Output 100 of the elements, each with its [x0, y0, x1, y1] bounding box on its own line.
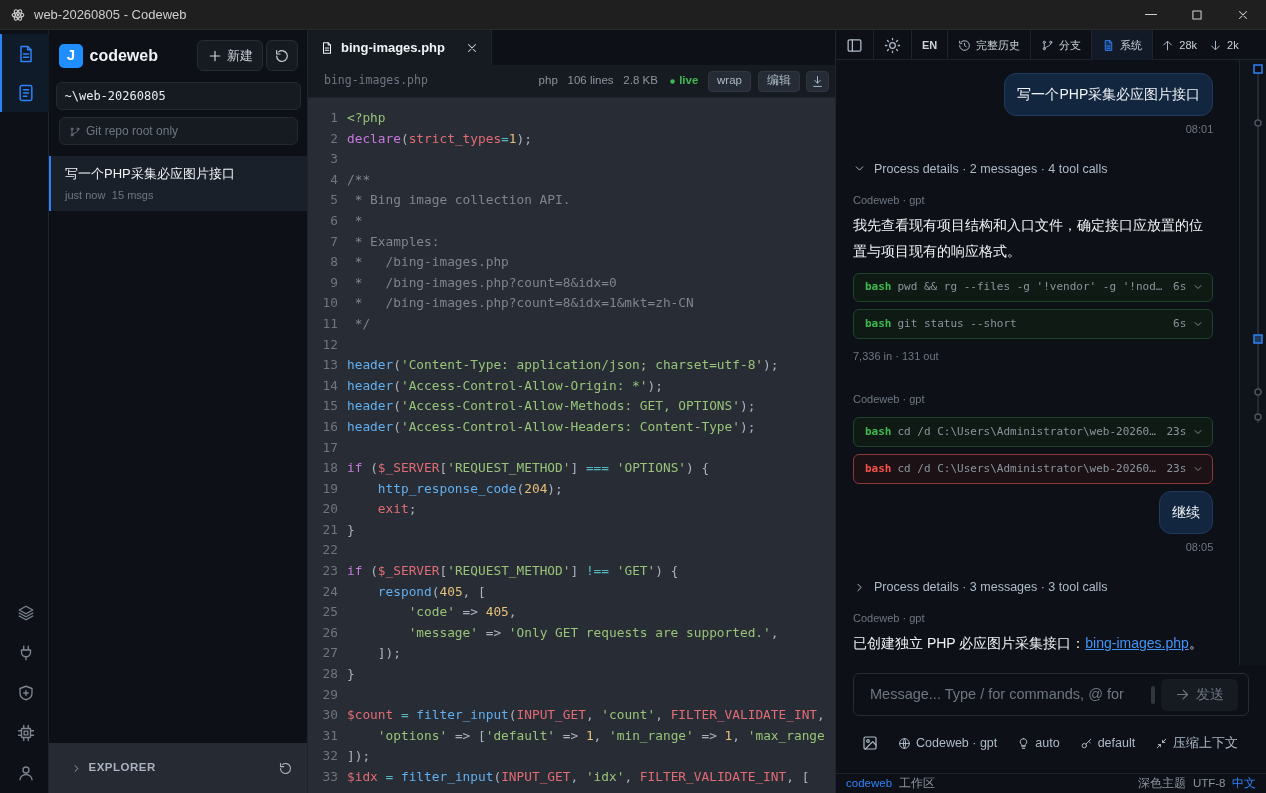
- new-button[interactable]: 新建: [196, 40, 263, 71]
- tokens-in-button[interactable]: 28k: [1153, 30, 1202, 60]
- globe-icon: [898, 736, 911, 750]
- duration-text: 23s: [1166, 460, 1187, 477]
- line-number: 25: [321, 603, 338, 622]
- session-title: 写一个PHP采集必应图片接口: [65, 165, 236, 183]
- file-path: bing-images.php: [324, 72, 428, 90]
- code-line: header('Access-Control-Allow-Methods: GET, OPTIONS');: [347, 397, 756, 416]
- language-button[interactable]: EN: [912, 30, 949, 60]
- line-number: 13: [321, 356, 338, 375]
- process-details-toggle[interactable]: Process details · 2 messages · 4 tool calls: [853, 159, 1214, 179]
- refresh-icon[interactable]: [278, 760, 293, 776]
- session-item[interactable]: 写一个PHP采集必应图片接口 just now 15 msgs: [49, 156, 307, 211]
- command-text: cd /d C:\Users\Administrator\web-20260…: [897, 460, 1157, 477]
- compress-button[interactable]: 压缩上下文: [1155, 733, 1239, 753]
- process-details-toggle[interactable]: Process details · 3 messages · 3 tool calls: [853, 577, 1214, 597]
- code-line: header('Access-Control-Allow-Origin: *');: [347, 376, 663, 395]
- download-icon: [811, 74, 824, 88]
- file-icon: [320, 40, 334, 55]
- message-bubble: 继续: [1159, 491, 1214, 535]
- code-line: respond(405, [: [376, 582, 486, 601]
- code-line: * /bing-images.php?count=8&idx=1&mkt=zh-CN: [353, 294, 694, 313]
- line-number: 3: [329, 150, 338, 169]
- history-button[interactable]: 完整历史: [948, 30, 1032, 60]
- code-line: if ($_SERVER['REQUEST_METHOD'] !== 'GET') {: [347, 562, 679, 581]
- arrow-down-icon: [1209, 38, 1223, 52]
- file-size: 2.8 KB: [623, 73, 658, 89]
- status-label: live: [679, 73, 699, 89]
- permission-button[interactable]: default: [1079, 733, 1136, 753]
- line-number: 32: [321, 747, 338, 766]
- line-number: 15: [321, 397, 338, 416]
- layers-icon: [16, 604, 35, 622]
- author-label: Codeweb · gpt: [853, 193, 926, 209]
- activity-button[interactable]: [0, 34, 49, 73]
- message-input[interactable]: Message... Type / for commands, @ for: [868, 682, 1144, 707]
- chip-icon: [16, 724, 35, 742]
- activity-button[interactable]: [0, 73, 49, 112]
- language-label: php: [538, 73, 558, 89]
- file-tab[interactable]: bing-images.php: [308, 30, 492, 65]
- encoding-label: UTF-8: [1192, 775, 1226, 791]
- line-number: 29: [321, 685, 338, 704]
- branch-icon: [69, 126, 81, 138]
- code-line: * /bing-images.php: [353, 253, 509, 272]
- tool-call-row[interactable]: bash pwd && rg --files -g '!vendor' -g '!nod… 6s: [853, 272, 1214, 303]
- window-title: web-20260805 - Codeweb: [34, 5, 187, 24]
- code-line: * Examples:: [353, 232, 440, 251]
- line-number: 7: [329, 232, 338, 251]
- tokens-out-button[interactable]: 2k: [1201, 30, 1243, 60]
- code-line: * /bing-images.php?count=8&idx=0: [353, 273, 617, 292]
- code-line: *: [353, 211, 363, 230]
- line-number: 5: [329, 191, 338, 210]
- line-number: 31: [321, 726, 338, 745]
- command-text: git status --short: [897, 316, 1018, 333]
- tool-label: bash: [865, 316, 892, 333]
- line-number: 1: [329, 109, 338, 127]
- author-label: Codeweb · gpt: [853, 391, 926, 407]
- explorer-toggle[interactable]: EXPLORER: [71, 759, 156, 777]
- line-count: 106 lines: [567, 73, 614, 89]
- tool-call-row[interactable]: bash git status --short 6s: [853, 309, 1214, 340]
- duration-text: 6s: [1173, 279, 1187, 296]
- code-line: 'options' => ['default' => 1, 'min_range' => 1, 'max_range: [376, 726, 825, 745]
- git-field[interactable]: Git repo root only: [59, 117, 298, 145]
- code-line: 'message' => 'Only GET requests are supported.',: [407, 623, 779, 642]
- git-input[interactable]: Git repo root only: [68, 122, 289, 140]
- line-number: 8: [329, 253, 338, 272]
- line-number: 21: [321, 520, 338, 539]
- session-time: just now: [65, 187, 106, 203]
- refresh-button[interactable]: [266, 40, 298, 71]
- message-field[interactable]: Message... Type / for commands, @ for 发送: [853, 672, 1249, 717]
- arrow-up-icon: [1161, 38, 1175, 52]
- sidebar-icon: [846, 36, 863, 54]
- line-number: 2: [329, 129, 338, 148]
- line-number: 9: [329, 273, 338, 292]
- line-number: 24: [321, 582, 338, 601]
- system-button[interactable]: 系统: [1092, 30, 1154, 60]
- code-line: http_response_code(204);: [376, 479, 563, 498]
- message-bubble: 写一个PHP采集必应图片接口: [1004, 73, 1214, 116]
- message-text: 已创建独立 PHP 必应图片采集接口：bing-images.php。: [853, 633, 1204, 653]
- code-line: */: [353, 314, 371, 333]
- image-button[interactable]: [862, 735, 878, 752]
- tool-call-row[interactable]: bash cd /d C:\Users\Administrator\web-20260… 23s: [853, 417, 1214, 448]
- send-button[interactable]: 发送: [1161, 678, 1238, 711]
- path-field[interactable]: ~\web-20260805: [55, 82, 301, 110]
- compress-icon: [1155, 736, 1169, 750]
- duration-text: 23s: [1166, 424, 1187, 441]
- wrap-button[interactable]: wrap: [708, 70, 751, 92]
- code-line: declare(strict_types=1);: [347, 129, 532, 148]
- language-label[interactable]: 中文: [1232, 774, 1256, 793]
- file-link[interactable]: bing-images.php: [1085, 634, 1189, 651]
- code-line: ]);: [347, 747, 371, 766]
- edit-button[interactable]: 编辑: [757, 70, 800, 92]
- path-input[interactable]: ~\web-20260805: [64, 87, 292, 105]
- line-number: 30: [321, 706, 338, 725]
- download-button[interactable]: [806, 70, 829, 92]
- effort-button[interactable]: auto: [1017, 733, 1060, 753]
- model-button[interactable]: Codeweb · gpt: [898, 733, 998, 753]
- code-line: $count = filter_input(INPUT_GET, 'count', FILTER_VALIDATE_INT,: [347, 706, 825, 725]
- app-name: codeweb: [89, 45, 158, 66]
- tool-call-row[interactable]: bash cd /d C:\Users\Administrator\web-20260… 23s: [853, 454, 1214, 485]
- line-number: 18: [321, 459, 338, 478]
